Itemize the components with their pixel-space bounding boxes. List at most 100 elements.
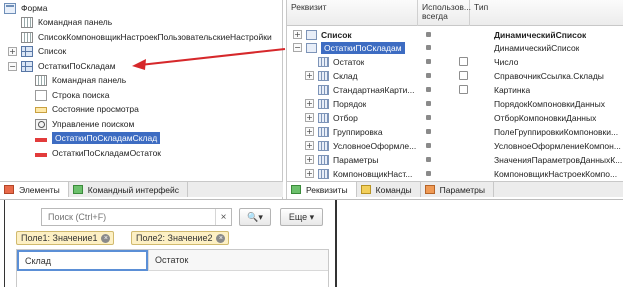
attributes-panel: Реквизит Использов... всегда Тип + Списо… xyxy=(286,0,623,199)
attribute-name: Отбор xyxy=(333,112,358,123)
attribute-type: КомпоновщикНастроекКомпо... xyxy=(494,168,618,179)
dot-icon xyxy=(426,59,431,64)
attribute-icon xyxy=(318,126,329,137)
dot-icon xyxy=(426,115,431,120)
attribute-name: ОстаткиПоСкладам xyxy=(321,41,405,54)
attribute-name: Порядок xyxy=(333,98,367,109)
attributes-grid-header: Реквизит Использов... всегда Тип xyxy=(287,0,623,26)
attribute-row-parameters[interactable]: + Параметры ЗначенияПараметровДанныхК... xyxy=(287,153,623,166)
filter-chip[interactable]: Поле2: Значение2 × xyxy=(131,231,230,245)
attribute-name: Остаток xyxy=(333,56,365,67)
preview-border-right xyxy=(335,200,337,287)
column-header-attribute[interactable]: Реквизит xyxy=(287,0,418,26)
attribute-icon xyxy=(318,168,329,179)
table-icon xyxy=(306,29,317,40)
column-header-use-always[interactable]: Использов... всегда xyxy=(418,0,471,26)
attribute-type: ОтборКомпоновкиДанных xyxy=(494,112,597,123)
attribute-row-warehouse[interactable]: + Склад СправочникСсылка.Склады xyxy=(287,69,623,82)
attribute-row-grouping[interactable]: + Группировка ПолеГруппировкиКомпоновки.… xyxy=(287,125,623,138)
search-box: × xyxy=(41,208,232,226)
close-icon[interactable]: × xyxy=(101,233,111,243)
expand-toggle[interactable]: + xyxy=(305,113,314,122)
attribute-type: ДинамическийСписок xyxy=(494,42,580,53)
attribute-name: Склад xyxy=(333,70,358,81)
attribute-name: УсловноеОформле... xyxy=(333,140,417,151)
form-preview: × 🔍▾ Еще ▾ Поле1: Значение1 × Поле2: Зна… xyxy=(0,199,623,287)
tab-attributes[interactable]: Реквизиты xyxy=(287,182,357,197)
expand-toggle[interactable]: + xyxy=(305,169,314,178)
expand-toggle[interactable]: + xyxy=(293,30,302,39)
attribute-name: Группировка xyxy=(333,126,383,137)
expand-toggle[interactable]: + xyxy=(305,127,314,136)
attribute-type: ПорядокКомпоновкиДанных xyxy=(494,98,605,109)
attributes-tabbar: Реквизиты Команды Параметры xyxy=(287,181,623,197)
attribute-row-order[interactable]: + Порядок ПорядокКомпоновкиДанных xyxy=(287,97,623,110)
filter-chip-label: Поле1: Значение1 xyxy=(21,233,98,243)
attribute-icon xyxy=(318,98,329,109)
more-button-label: Еще ▾ xyxy=(288,211,315,222)
dot-icon xyxy=(426,129,431,134)
expand-toggle[interactable]: + xyxy=(305,141,314,150)
attribute-name: Параметры xyxy=(333,154,379,165)
attribute-icon xyxy=(318,140,329,151)
use-always-checkbox[interactable] xyxy=(459,57,468,66)
filter-chip[interactable]: Поле1: Значение1 × xyxy=(16,231,115,245)
expand-toggle[interactable]: + xyxy=(305,71,314,80)
attribute-type: СправочникСсылка.Склады xyxy=(494,70,604,81)
filter-chip-label: Поле2: Значение2 xyxy=(136,233,213,243)
attribute-icon xyxy=(318,70,329,81)
attribute-icon xyxy=(318,112,329,123)
attribute-type: ПолеГруппировкиКомпоновки... xyxy=(494,126,619,137)
attribute-row-stock[interactable]: Остаток Число xyxy=(287,55,623,68)
attribute-name: Список xyxy=(321,29,352,40)
expand-toggle[interactable]: + xyxy=(305,155,314,164)
tab-parameters[interactable]: Параметры xyxy=(421,182,494,197)
column-header-stock[interactable]: Остаток xyxy=(148,250,328,271)
attributes-tab-icon xyxy=(291,185,301,194)
use-always-checkbox[interactable] xyxy=(459,71,468,80)
dot-icon xyxy=(426,32,431,37)
stock-table: Склад Остаток xyxy=(16,249,329,287)
attribute-row-composer[interactable]: + КомпоновщикНаст... КомпоновщикНастроек… xyxy=(287,167,623,180)
attribute-type: Число xyxy=(494,56,519,67)
collapse-toggle[interactable]: − xyxy=(293,43,302,52)
expand-toggle[interactable]: + xyxy=(305,99,314,108)
tab-label: Команды xyxy=(375,184,412,195)
dot-icon xyxy=(426,45,431,50)
clear-icon[interactable]: × xyxy=(215,209,231,225)
attribute-row-filter[interactable]: + Отбор ОтборКомпоновкиДанных xyxy=(287,111,623,124)
parameters-tab-icon xyxy=(424,185,435,194)
attribute-icon xyxy=(318,56,329,67)
table-icon xyxy=(306,42,317,53)
column-header-warehouse[interactable]: Склад xyxy=(17,250,148,271)
dot-icon xyxy=(426,87,431,92)
attribute-row-list[interactable]: + Список ДинамическийСписок xyxy=(287,28,623,41)
attribute-type: ДинамическийСписок xyxy=(494,29,587,40)
attribute-icon xyxy=(318,84,329,95)
dot-icon xyxy=(426,73,431,78)
search-icon: 🔍▾ xyxy=(247,211,263,222)
tab-label: Реквизиты xyxy=(306,184,348,195)
attribute-name: СтандартнаяКарти... xyxy=(333,84,415,95)
dot-icon xyxy=(426,171,431,176)
tab-commands[interactable]: Команды xyxy=(357,182,421,197)
attribute-icon xyxy=(318,154,329,165)
attribute-type: ЗначенияПараметровДанныхК... xyxy=(494,154,622,165)
attribute-name: КомпоновщикНаст... xyxy=(333,168,413,179)
attribute-type: УсловноеОформлениеКомпон... xyxy=(494,140,621,151)
attribute-type: Картинка xyxy=(494,84,531,95)
tab-label: Параметры xyxy=(439,184,485,195)
use-always-checkbox[interactable] xyxy=(459,85,468,94)
search-button[interactable]: 🔍▾ xyxy=(239,208,271,226)
dot-icon xyxy=(426,143,431,148)
dot-icon xyxy=(426,157,431,162)
column-header-type[interactable]: Тип xyxy=(470,0,623,26)
commands-tab-icon xyxy=(360,185,371,194)
more-button[interactable]: Еще ▾ xyxy=(280,208,323,226)
attribute-row-conditional-appearance[interactable]: + УсловноеОформле... УсловноеОформлениеК… xyxy=(287,139,623,152)
dot-icon xyxy=(426,101,431,106)
attribute-row-stock-by-warehouse[interactable]: − ОстаткиПоСкладам ДинамическийСписок xyxy=(287,41,623,54)
attribute-row-standard-picture[interactable]: СтандартнаяКарти... Картинка xyxy=(287,83,623,96)
close-icon[interactable]: × xyxy=(216,233,226,243)
search-input[interactable] xyxy=(42,209,215,225)
